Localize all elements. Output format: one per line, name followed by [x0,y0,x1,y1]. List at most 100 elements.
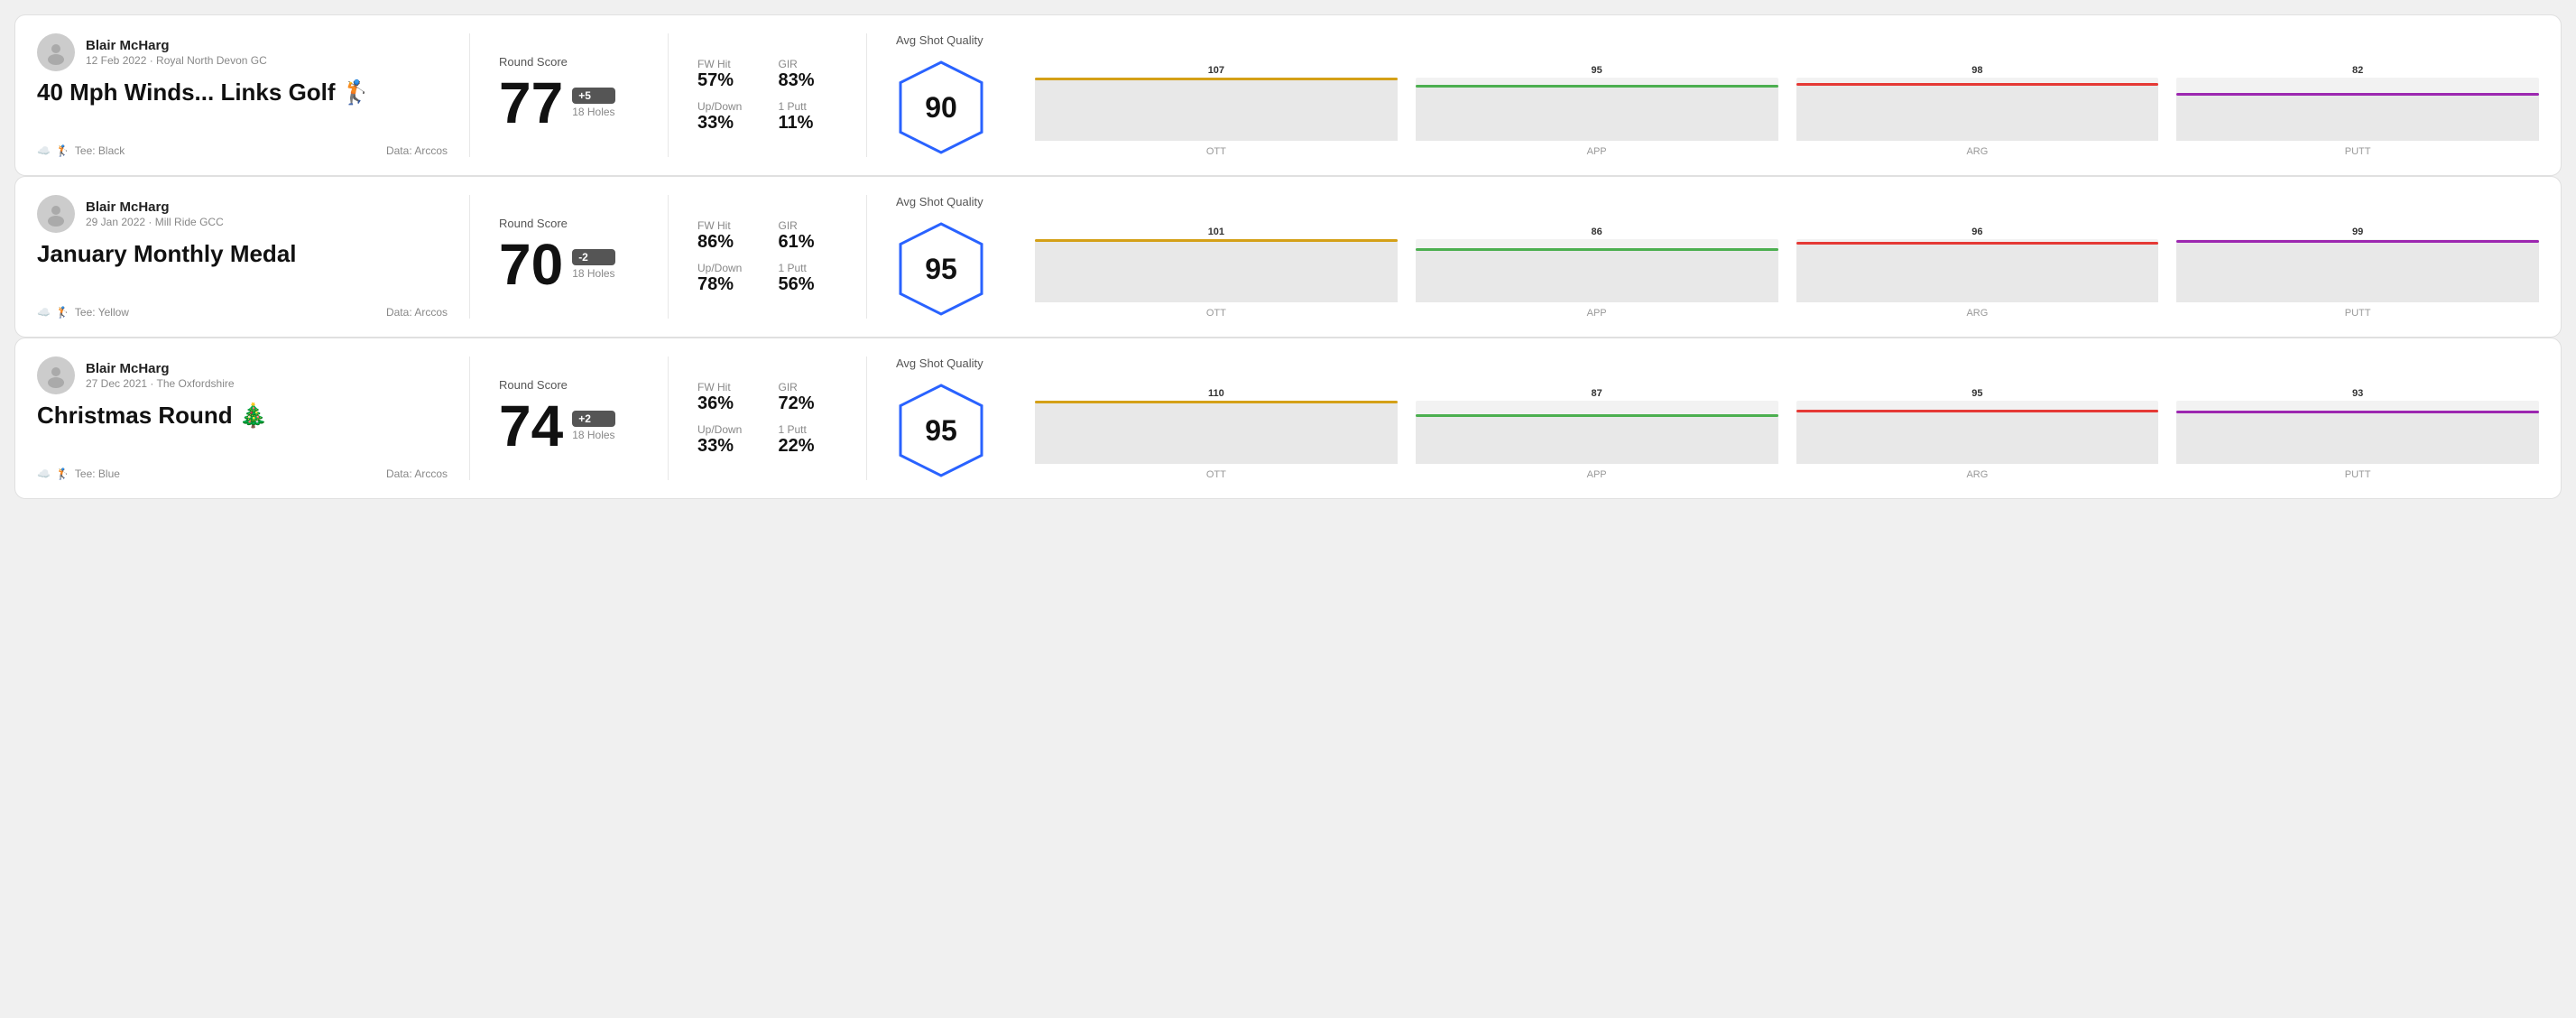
stats-grid-3: FW Hit 36% GIR 72% Up/Down 33% 1 Putt 22… [697,381,837,457]
bar-line-app [1416,248,1778,251]
one-putt-label-1: 1 Putt [779,100,838,113]
bar-value-arg: 96 [1971,227,1982,237]
stats-section-1: FW Hit 57% GIR 83% Up/Down 33% 1 Putt 11… [669,33,867,157]
bar-label-arg: ARG [1966,308,1988,319]
hex-score-3: 95 [925,414,957,448]
round-card-1: Blair McHarg 12 Feb 2022 · Royal North D… [14,14,2562,176]
bar-value-app: 87 [1592,388,1602,399]
score-details-3: +2 18 Holes [572,411,614,441]
left-section-3: Blair McHarg 27 Dec 2021 · The Oxfordshi… [37,356,470,480]
player-name-2: Blair McHarg [86,199,224,216]
bar-wrapper-ott [1035,78,1398,141]
player-info-1: Blair McHarg 12 Feb 2022 · Royal North D… [37,33,448,71]
weather-icon-3: ☁️ [37,467,51,480]
one-putt-value-2: 56% [779,274,838,295]
left-section-1: Blair McHarg 12 Feb 2022 · Royal North D… [37,33,470,157]
chart-column-app: 95 APP [1416,65,1778,157]
one-putt-item-3: 1 Putt 22% [779,423,838,457]
chart-column-app: 87 APP [1416,388,1778,480]
bar-label-app: APP [1587,308,1607,319]
bar-line-putt [2176,240,2539,243]
quality-label-1: Avg Shot Quality [896,33,2539,47]
player-info-2: Blair McHarg 29 Jan 2022 · Mill Ride GCC [37,195,448,233]
avatar-2 [37,195,75,233]
bar-wrapper-putt [2176,78,2539,141]
bar-wrapper-app [1416,78,1778,141]
quality-label-2: Avg Shot Quality [896,195,2539,208]
bar-line-ott [1035,239,1398,242]
bar-value-ott: 101 [1208,227,1224,237]
avatar-1 [37,33,75,71]
bar-wrapper-ott [1035,239,1398,302]
footer-info-3: ☁️ 🏌️ Tee: Blue Data: Arccos [37,467,448,480]
bar-fill-arg [1796,410,2159,464]
bar-line-ott [1035,78,1398,80]
player-name-1: Blair McHarg [86,38,267,54]
bar-fill-arg [1796,242,2159,302]
bar-fill-putt [2176,411,2539,464]
score-section-1: Round Score 77 +5 18 Holes [470,33,669,157]
bar-value-ott: 110 [1208,388,1224,399]
score-badge-3: +2 [572,411,614,427]
one-putt-label-3: 1 Putt [779,423,838,436]
footer-info-2: ☁️ 🏌️ Tee: Yellow Data: Arccos [37,306,448,319]
bar-wrapper-arg [1796,401,2159,464]
quality-section-1: Avg Shot Quality 90 107 [867,33,2539,157]
gir-value-3: 72% [779,393,838,414]
bar-wrapper-putt [2176,401,2539,464]
left-section-2: Blair McHarg 29 Jan 2022 · Mill Ride GCC… [37,195,470,319]
weather-icon-1: ☁️ [37,144,51,157]
gir-value-2: 61% [779,232,838,253]
chart-column-ott: 107 OTT [1035,65,1398,157]
chart-container-2: 101 OTT 86 APP 96 [1008,219,2539,319]
up-down-value-3: 33% [697,436,757,457]
bar-label-putt: PUTT [2345,146,2371,157]
bar-line-arg [1796,410,2159,412]
player-text-1: Blair McHarg 12 Feb 2022 · Royal North D… [86,38,267,67]
round-score-label-3: Round Score [499,378,639,392]
hexagon-container-1: 90 [896,58,986,157]
chart-column-ott: 101 OTT [1035,227,1398,319]
quality-label-3: Avg Shot Quality [896,356,2539,370]
up-down-label-3: Up/Down [697,423,757,436]
tee-info-1: ☁️ 🏌️ Tee: Black [37,144,125,157]
hex-score-1: 90 [925,91,957,125]
fw-hit-label-2: FW Hit [697,219,757,232]
bar-fill-putt [2176,93,2539,141]
gir-item-2: GIR 61% [779,219,838,253]
bar-line-putt [2176,93,2539,96]
data-source-1: Data: Arccos [386,144,448,157]
tee-info-3: ☁️ 🏌️ Tee: Blue [37,467,120,480]
bar-wrapper-ott [1035,401,1398,464]
bar-fill-ott [1035,239,1398,302]
big-score-3: 74 [499,397,563,455]
bar-value-putt: 82 [2352,65,2363,76]
up-down-label-2: Up/Down [697,262,757,274]
gir-label-2: GIR [779,219,838,232]
bar-label-ott: OTT [1206,308,1226,319]
bar-line-arg [1796,242,2159,245]
one-putt-value-3: 22% [779,436,838,457]
stats-section-3: FW Hit 36% GIR 72% Up/Down 33% 1 Putt 22… [669,356,867,480]
hexagon-3: 95 [896,381,986,480]
bar-fill-ott [1035,401,1398,464]
quality-section-3: Avg Shot Quality 95 110 [867,356,2539,480]
stats-grid-2: FW Hit 86% GIR 61% Up/Down 78% 1 Putt 56… [697,219,837,295]
stats-grid-1: FW Hit 57% GIR 83% Up/Down 33% 1 Putt 11… [697,58,837,134]
score-badge-1: +5 [572,88,614,104]
up-down-item-2: Up/Down 78% [697,262,757,295]
hex-score-2: 95 [925,253,957,286]
hexagon-2: 95 [896,219,986,319]
bar-value-arg: 95 [1971,388,1982,399]
holes-label-1: 18 Holes [572,106,614,118]
chart-container-3: 110 OTT 87 APP 95 [1008,381,2539,480]
chart-column-ott: 110 OTT [1035,388,1398,480]
bar-label-putt: PUTT [2345,469,2371,480]
one-putt-label-2: 1 Putt [779,262,838,274]
one-putt-value-1: 11% [779,113,838,134]
round-card-3: Blair McHarg 27 Dec 2021 · The Oxfordshi… [14,338,2562,499]
bar-value-app: 86 [1592,227,1602,237]
bar-label-app: APP [1587,146,1607,157]
gir-label-1: GIR [779,58,838,70]
chart-column-putt: 93 PUTT [2176,388,2539,480]
